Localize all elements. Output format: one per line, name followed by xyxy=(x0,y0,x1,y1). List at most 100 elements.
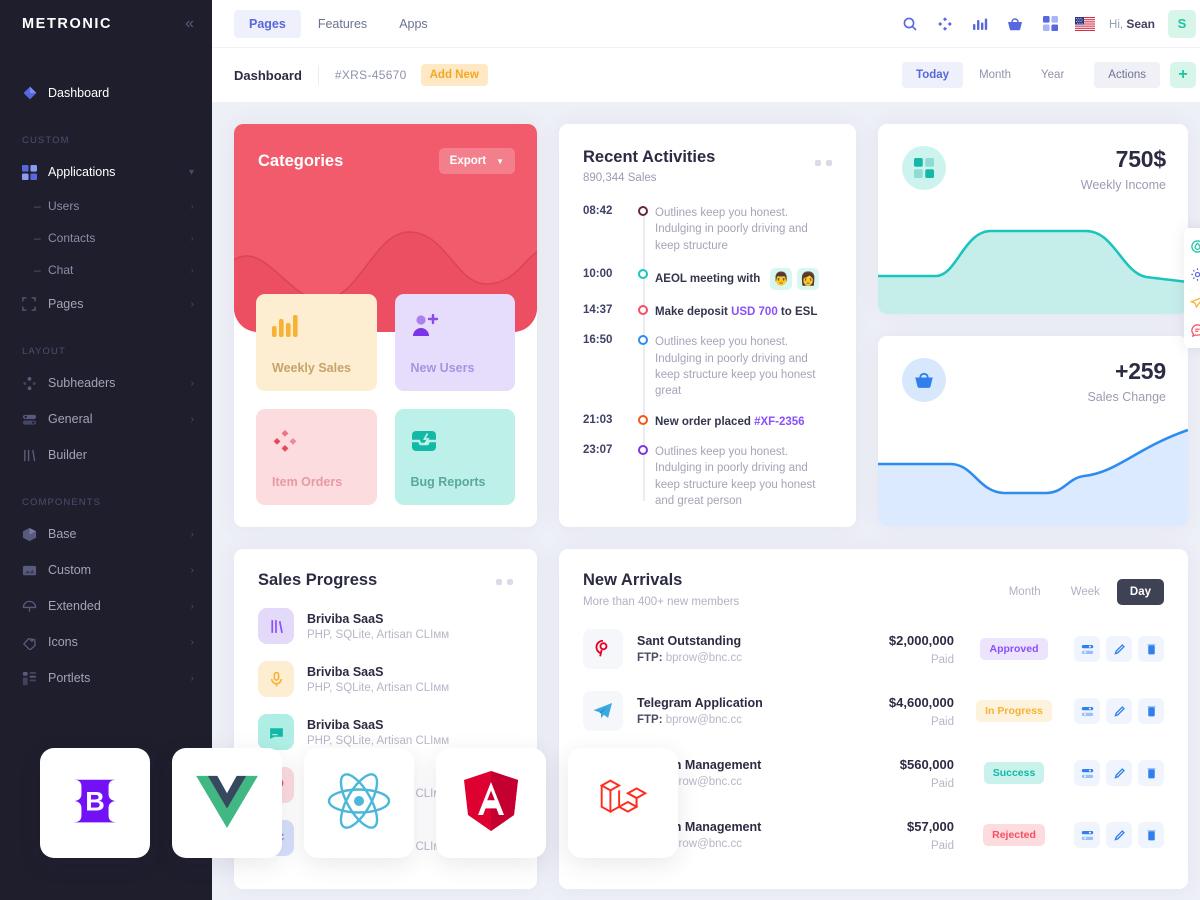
frame-icon xyxy=(22,297,48,311)
tab-week[interactable]: Week xyxy=(1058,579,1113,605)
card-menu-dots[interactable] xyxy=(815,160,832,166)
image-icon xyxy=(22,563,48,578)
list-item[interactable]: Briviba SaaS PHP, SQLite, Artisan CLIмм xyxy=(258,714,515,750)
activity-time: 16:50 xyxy=(583,334,613,347)
grid-icon xyxy=(22,164,48,180)
sidebar-item-dashboard[interactable]: Dashboard xyxy=(0,75,212,111)
list-item[interactable]: Briviba SaaS PHP, SQLite, Artisan CLIмм xyxy=(258,661,515,697)
actions-button[interactable]: Actions xyxy=(1094,62,1160,88)
tab-month[interactable]: Month xyxy=(996,579,1054,605)
activity-dot xyxy=(631,413,655,430)
sidebar-item-label: Base xyxy=(48,527,77,541)
delete-trash-icon[interactable] xyxy=(1138,760,1164,786)
sidebar-item-users[interactable]: – Users › xyxy=(0,190,212,222)
menu-tab-apps[interactable]: Apps xyxy=(384,10,443,38)
categories-tiles: Weekly Sales New Users Item Orders Bug R… xyxy=(234,294,537,527)
activity-time: 23:07 xyxy=(583,443,613,456)
chevron-right-icon: › xyxy=(190,672,194,684)
activity-time: 08:42 xyxy=(583,205,613,217)
sidebar-item-portlets[interactable]: Portlets › xyxy=(0,660,212,696)
tile-new-users[interactable]: New Users xyxy=(394,294,515,391)
row-paid-label: Paid xyxy=(930,777,954,790)
add-new-badge[interactable]: Add New xyxy=(420,64,488,86)
grid-squares-icon[interactable] xyxy=(1035,9,1065,39)
menu-tab-pages[interactable]: Pages xyxy=(234,9,301,38)
chevron-right-icon: › xyxy=(190,564,194,576)
recent-activities-card: Recent Activities 890,344 Sales 08:42 Ou… xyxy=(559,124,856,527)
email-value: bprow@bnc.cc xyxy=(665,714,742,726)
list-item[interactable]: Briviba SaaS PHP, SQLite, Artisan CLIмм xyxy=(258,608,515,644)
edit-pencil-icon[interactable] xyxy=(1106,760,1132,786)
sales-change-card: +259 Sales Change xyxy=(878,336,1188,526)
plus-icon[interactable]: + xyxy=(1170,62,1196,88)
sidebar-item-label: Extended xyxy=(48,599,101,613)
sidebar-item-extended[interactable]: Extended › xyxy=(0,588,212,624)
categories-card: Categories Export ▼ Weekly Sales New Use… xyxy=(234,124,537,527)
settings-sliders-icon[interactable] xyxy=(1074,698,1100,724)
sidebar-item-applications[interactable]: Applications ▾ xyxy=(0,154,212,190)
flag-us-icon[interactable] xyxy=(1070,9,1100,39)
sales-progress-title: Sales Progress xyxy=(258,571,378,589)
sidebar-item-pages[interactable]: Pages › xyxy=(0,286,212,322)
sidebar-item-label: Subheaders xyxy=(48,376,116,390)
droplet-icon[interactable] xyxy=(1184,232,1200,260)
sidebar-collapse-icon[interactable]: « xyxy=(185,15,194,32)
bootstrap-logo-card[interactable]: B xyxy=(40,748,150,858)
range-month[interactable]: Month xyxy=(965,62,1025,88)
tile-weekly-sales[interactable]: Weekly Sales xyxy=(256,294,377,391)
range-today[interactable]: Today xyxy=(902,62,964,88)
basket-icon[interactable] xyxy=(1000,9,1030,39)
settings-sliders-icon[interactable] xyxy=(1074,760,1100,786)
tile-bug-reports[interactable]: Bug Reports xyxy=(394,408,515,505)
sidebar-item-builder[interactable]: Builder xyxy=(0,437,212,473)
dash-icon: – xyxy=(34,263,41,277)
search-icon[interactable] xyxy=(895,9,925,39)
tab-day[interactable]: Day xyxy=(1116,579,1164,605)
activity-time: 21:03 xyxy=(583,413,613,426)
screen-icon xyxy=(258,714,294,750)
vue-logo-card[interactable] xyxy=(172,748,282,858)
sidebar-item-subheaders[interactable]: Subheaders › xyxy=(0,365,212,401)
activity-dot xyxy=(631,204,655,254)
toggle-icon xyxy=(22,412,48,427)
sidebar-item-label: Applications xyxy=(48,165,116,179)
row-amount: $2,000,000 xyxy=(888,632,954,648)
activity-item: 08:42 Outlines keep you honest. Indulgin… xyxy=(583,204,834,254)
divider xyxy=(317,65,319,85)
edit-pencil-icon[interactable] xyxy=(1106,698,1132,724)
range-year[interactable]: Year xyxy=(1027,62,1078,88)
item-name: Briviba SaaS xyxy=(307,664,384,679)
gear-icon[interactable] xyxy=(1184,260,1200,288)
send-plane-icon[interactable] xyxy=(1184,288,1200,316)
delete-trash-icon[interactable] xyxy=(1138,822,1164,848)
activity-time: 14:37 xyxy=(583,303,613,316)
sidebar-item-contacts[interactable]: – Contacts › xyxy=(0,222,212,254)
react-logo-card[interactable] xyxy=(304,748,414,858)
sidebar-item-icons[interactable]: Icons › xyxy=(0,624,212,660)
scatter-dots-icon[interactable] xyxy=(930,9,960,39)
card-menu-dots[interactable] xyxy=(496,579,513,585)
sidebar-item-custom[interactable]: Custom › xyxy=(0,552,212,588)
export-button[interactable]: Export ▼ xyxy=(438,148,515,174)
sidebar-item-label: Contacts xyxy=(48,231,96,245)
bars-icon xyxy=(258,608,294,644)
bar-chart-icon[interactable] xyxy=(965,9,995,39)
edit-pencil-icon[interactable] xyxy=(1106,636,1132,662)
laravel-logo-card[interactable] xyxy=(568,748,678,858)
avatar[interactable]: S xyxy=(1168,9,1196,38)
edit-pencil-icon[interactable] xyxy=(1106,822,1132,848)
sidebar-item-base[interactable]: Base › xyxy=(0,516,212,552)
angular-logo-card[interactable] xyxy=(436,748,546,858)
menu-tab-features[interactable]: Features xyxy=(303,10,382,38)
row-amount: $560,000 xyxy=(899,756,954,772)
sidebar-item-chat[interactable]: – Chat › xyxy=(0,254,212,286)
diamonds-icon xyxy=(272,429,361,455)
tile-item-orders[interactable]: Item Orders xyxy=(256,408,377,505)
sidebar-item-general[interactable]: General › xyxy=(0,401,212,437)
stat-value: +259 xyxy=(1114,358,1166,384)
settings-sliders-icon[interactable] xyxy=(1074,636,1100,662)
chat-bubble-icon[interactable] xyxy=(1184,316,1200,344)
settings-sliders-icon[interactable] xyxy=(1074,822,1100,848)
delete-trash-icon[interactable] xyxy=(1138,698,1164,724)
delete-trash-icon[interactable] xyxy=(1138,636,1164,662)
